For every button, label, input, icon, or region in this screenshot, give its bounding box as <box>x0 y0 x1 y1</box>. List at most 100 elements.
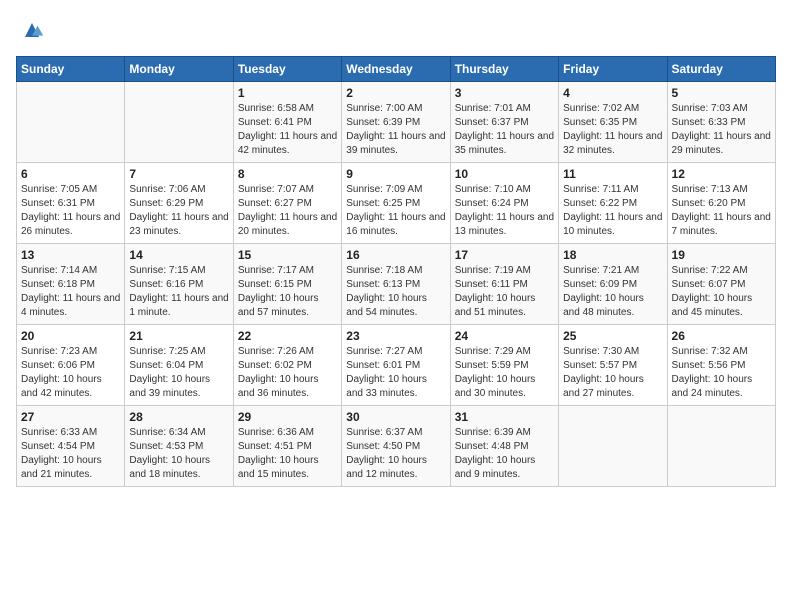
day-cell: 31 Sunrise: 6:39 AM Sunset: 4:48 PM Dayli… <box>450 406 558 487</box>
day-info: Sunrise: 7:00 AM Sunset: 6:39 PM Dayligh… <box>346 102 445 158</box>
day-info: Sunrise: 7:14 AM Sunset: 6:18 PM Dayligh… <box>21 264 120 320</box>
day-number: 14 <box>129 248 228 262</box>
day-info: Sunrise: 7:17 AM Sunset: 6:15 PM Dayligh… <box>238 264 337 320</box>
day-cell: 30Sunrise: 6:37 AM Sunset: 4:50 PM Dayli… <box>342 406 450 487</box>
day-cell: 15 Sunrise: 7:17 AM Sunset: 6:15 PM Dayli… <box>233 244 341 325</box>
day-number: 31 <box>455 410 554 424</box>
day-number: 9 <box>346 167 445 181</box>
day-info: Sunrise: 6:39 AM Sunset: 4:48 PM Dayligh… <box>455 426 554 482</box>
day-number: 21 <box>129 329 228 343</box>
column-header-tuesday: Tuesday <box>233 57 341 82</box>
day-number: 20 <box>21 329 120 343</box>
day-number: 4 <box>563 86 662 100</box>
day-info: Sunrise: 7:25 AM Sunset: 6:04 PM Dayligh… <box>129 345 228 401</box>
day-number: 3 <box>455 86 554 100</box>
day-info: Sunrise: 7:10 AM Sunset: 6:24 PM Dayligh… <box>455 183 554 239</box>
day-number: 23 <box>346 329 445 343</box>
day-info: Sunrise: 7:27 AM Sunset: 6:01 PM Dayligh… <box>346 345 445 401</box>
day-cell: 11 Sunrise: 7:11 AM Sunset: 6:22 PM Dayli… <box>559 163 667 244</box>
day-info: Sunrise: 7:11 AM Sunset: 6:22 PM Dayligh… <box>563 183 662 239</box>
day-info: Sunrise: 7:03 AM Sunset: 6:33 PM Dayligh… <box>672 102 771 158</box>
day-cell: 7Sunrise: 7:06 AM Sunset: 6:29 PM Daylig… <box>125 163 233 244</box>
day-number: 28 <box>129 410 228 424</box>
day-info: Sunrise: 7:02 AM Sunset: 6:35 PM Dayligh… <box>563 102 662 158</box>
day-cell <box>125 82 233 163</box>
day-cell: 24Sunrise: 7:29 AM Sunset: 5:59 PM Dayli… <box>450 325 558 406</box>
day-info: Sunrise: 6:34 AM Sunset: 4:53 PM Dayligh… <box>129 426 228 482</box>
day-cell: 21 Sunrise: 7:25 AM Sunset: 6:04 PM Dayli… <box>125 325 233 406</box>
day-cell <box>559 406 667 487</box>
week-row-2: 6 Sunrise: 7:05 AM Sunset: 6:31 PM Daylig… <box>17 163 776 244</box>
header-row: SundayMondayTuesdayWednesdayThursdayFrid… <box>17 57 776 82</box>
day-info: Sunrise: 7:21 AM Sunset: 6:09 PM Dayligh… <box>563 264 662 320</box>
day-cell: 1 Sunrise: 6:58 AM Sunset: 6:41 PM Daylig… <box>233 82 341 163</box>
day-number: 12 <box>672 167 771 181</box>
column-header-friday: Friday <box>559 57 667 82</box>
page-header <box>16 16 776 44</box>
day-info: Sunrise: 7:26 AM Sunset: 6:02 PM Dayligh… <box>238 345 337 401</box>
day-number: 16 <box>346 248 445 262</box>
day-cell: 4 Sunrise: 7:02 AM Sunset: 6:35 PM Daylig… <box>559 82 667 163</box>
day-cell: 22 Sunrise: 7:26 AM Sunset: 6:02 PM Dayli… <box>233 325 341 406</box>
day-cell: 9 Sunrise: 7:09 AM Sunset: 6:25 PM Daylig… <box>342 163 450 244</box>
day-number: 19 <box>672 248 771 262</box>
week-row-3: 13Sunrise: 7:14 AM Sunset: 6:18 PM Dayli… <box>17 244 776 325</box>
week-row-4: 20 Sunrise: 7:23 AM Sunset: 6:06 PM Dayli… <box>17 325 776 406</box>
day-number: 22 <box>238 329 337 343</box>
day-cell: 26 Sunrise: 7:32 AM Sunset: 5:56 PM Dayli… <box>667 325 775 406</box>
day-number: 18 <box>563 248 662 262</box>
day-number: 11 <box>563 167 662 181</box>
day-cell: 8 Sunrise: 7:07 AM Sunset: 6:27 PM Daylig… <box>233 163 341 244</box>
day-number: 5 <box>672 86 771 100</box>
day-info: Sunrise: 7:05 AM Sunset: 6:31 PM Dayligh… <box>21 183 120 239</box>
column-header-sunday: Sunday <box>17 57 125 82</box>
week-row-5: 27 Sunrise: 6:33 AM Sunset: 4:54 PM Dayli… <box>17 406 776 487</box>
day-cell: 16Sunrise: 7:18 AM Sunset: 6:13 PM Dayli… <box>342 244 450 325</box>
logo-icon <box>18 16 46 44</box>
day-cell: 18 Sunrise: 7:21 AM Sunset: 6:09 PM Dayli… <box>559 244 667 325</box>
column-header-wednesday: Wednesday <box>342 57 450 82</box>
day-number: 17 <box>455 248 554 262</box>
day-cell: 2 Sunrise: 7:00 AM Sunset: 6:39 PM Daylig… <box>342 82 450 163</box>
day-cell: 12 Sunrise: 7:13 AM Sunset: 6:20 PM Dayli… <box>667 163 775 244</box>
day-number: 27 <box>21 410 120 424</box>
day-cell: 14 Sunrise: 7:15 AM Sunset: 6:16 PM Dayli… <box>125 244 233 325</box>
day-info: Sunrise: 7:19 AM Sunset: 6:11 PM Dayligh… <box>455 264 554 320</box>
day-cell: 23 Sunrise: 7:27 AM Sunset: 6:01 PM Dayli… <box>342 325 450 406</box>
calendar-table: SundayMondayTuesdayWednesdayThursdayFrid… <box>16 56 776 487</box>
day-cell: 10 Sunrise: 7:10 AM Sunset: 6:24 PM Dayli… <box>450 163 558 244</box>
day-number: 15 <box>238 248 337 262</box>
column-header-thursday: Thursday <box>450 57 558 82</box>
column-header-saturday: Saturday <box>667 57 775 82</box>
day-cell: 17 Sunrise: 7:19 AM Sunset: 6:11 PM Dayli… <box>450 244 558 325</box>
day-number: 26 <box>672 329 771 343</box>
column-header-monday: Monday <box>125 57 233 82</box>
day-cell: 13Sunrise: 7:14 AM Sunset: 6:18 PM Dayli… <box>17 244 125 325</box>
day-info: Sunrise: 7:15 AM Sunset: 6:16 PM Dayligh… <box>129 264 228 320</box>
day-info: Sunrise: 7:22 AM Sunset: 6:07 PM Dayligh… <box>672 264 771 320</box>
day-info: Sunrise: 7:13 AM Sunset: 6:20 PM Dayligh… <box>672 183 771 239</box>
day-cell: 19 Sunrise: 7:22 AM Sunset: 6:07 PM Dayli… <box>667 244 775 325</box>
day-cell: 29Sunrise: 6:36 AM Sunset: 4:51 PM Dayli… <box>233 406 341 487</box>
week-row-1: 1 Sunrise: 6:58 AM Sunset: 6:41 PM Daylig… <box>17 82 776 163</box>
day-number: 25 <box>563 329 662 343</box>
day-info: Sunrise: 6:36 AM Sunset: 4:51 PM Dayligh… <box>238 426 337 482</box>
day-number: 24 <box>455 329 554 343</box>
day-info: Sunrise: 7:07 AM Sunset: 6:27 PM Dayligh… <box>238 183 337 239</box>
day-number: 1 <box>238 86 337 100</box>
day-number: 6 <box>21 167 120 181</box>
day-info: Sunrise: 6:33 AM Sunset: 4:54 PM Dayligh… <box>21 426 120 482</box>
day-cell: 6 Sunrise: 7:05 AM Sunset: 6:31 PM Daylig… <box>17 163 125 244</box>
logo <box>16 16 48 44</box>
day-info: Sunrise: 6:58 AM Sunset: 6:41 PM Dayligh… <box>238 102 337 158</box>
day-info: Sunrise: 7:23 AM Sunset: 6:06 PM Dayligh… <box>21 345 120 401</box>
day-cell: 25Sunrise: 7:30 AM Sunset: 5:57 PM Dayli… <box>559 325 667 406</box>
day-cell <box>667 406 775 487</box>
day-number: 8 <box>238 167 337 181</box>
day-number: 10 <box>455 167 554 181</box>
day-number: 2 <box>346 86 445 100</box>
day-cell: 27 Sunrise: 6:33 AM Sunset: 4:54 PM Dayli… <box>17 406 125 487</box>
day-number: 30 <box>346 410 445 424</box>
day-info: Sunrise: 7:09 AM Sunset: 6:25 PM Dayligh… <box>346 183 445 239</box>
day-info: Sunrise: 7:32 AM Sunset: 5:56 PM Dayligh… <box>672 345 771 401</box>
